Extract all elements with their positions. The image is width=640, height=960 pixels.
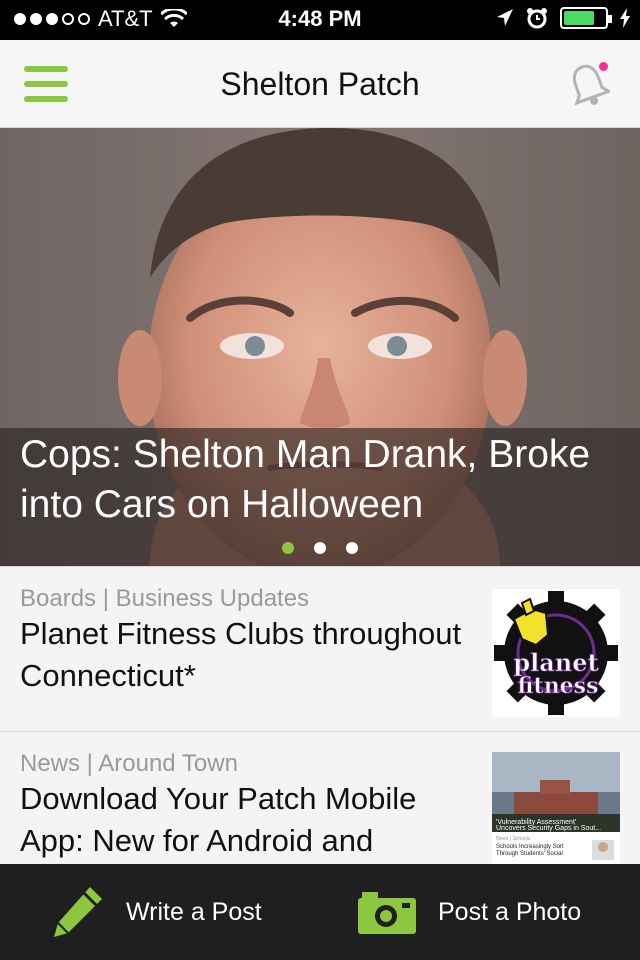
notification-dot xyxy=(599,62,608,71)
item-category: News | Around Town xyxy=(20,750,238,777)
battery-icon xyxy=(560,7,612,29)
status-right xyxy=(496,7,630,29)
item-title[interactable]: Download Your Patch Mobile App: New for … xyxy=(20,778,470,862)
item-category: Boards | Business Updates xyxy=(20,585,310,612)
thumb-sub-category: News | Schools xyxy=(496,836,531,842)
svg-text:Uncovers Security Gaps in Sout: Uncovers Security Gaps in Sout... xyxy=(496,825,601,832)
list-item[interactable]: News | Around Town Download Your Patch M… xyxy=(0,731,640,866)
write-post-button[interactable]: Write a Post xyxy=(50,864,262,960)
pager-dot-active[interactable] xyxy=(282,542,294,554)
page-title: Shelton Patch xyxy=(220,66,420,102)
carousel-pager xyxy=(0,542,640,554)
location-arrow-icon xyxy=(497,9,513,26)
status-bar: AT&T 4:48 PM xyxy=(0,0,640,40)
hero-story[interactable]: Cops: Shelton Man Drank, Broke into Cars… xyxy=(0,128,640,566)
camera-icon xyxy=(358,892,416,934)
post-photo-label: Post a Photo xyxy=(438,897,582,926)
thumb-text-fitness: fitness xyxy=(518,673,599,699)
pager-dot[interactable] xyxy=(314,542,326,554)
notification-bell-icon[interactable] xyxy=(566,60,613,108)
svg-text:Through Students' Social: Through Students' Social xyxy=(496,851,563,857)
nav-bar: Shelton Patch xyxy=(0,40,640,128)
planet-fitness-logo-thumbnail[interactable]: planet fitness xyxy=(492,589,620,717)
item-title[interactable]: Planet Fitness Clubs throughout Connecti… xyxy=(20,613,470,697)
write-post-label: Write a Post xyxy=(126,897,262,926)
hero-headline[interactable]: Cops: Shelton Man Drank, Broke into Cars… xyxy=(20,430,630,530)
post-photo-button[interactable]: Post a Photo xyxy=(358,864,581,960)
bottom-action-bar: Write a Post Post a Photo xyxy=(0,864,640,960)
app-screenshot-thumbnail[interactable]: 'Vulnerability Assessment' Uncovers Secu… xyxy=(492,752,620,864)
pager-dot[interactable] xyxy=(346,542,358,554)
charging-bolt-icon xyxy=(620,8,630,28)
alarm-clock-icon xyxy=(527,8,547,29)
svg-text:Schools Increasingly Sort: Schools Increasingly Sort xyxy=(496,844,564,850)
pencil-icon xyxy=(54,887,102,937)
list-item[interactable]: Boards | Business Updates Planet Fitness… xyxy=(0,566,640,731)
